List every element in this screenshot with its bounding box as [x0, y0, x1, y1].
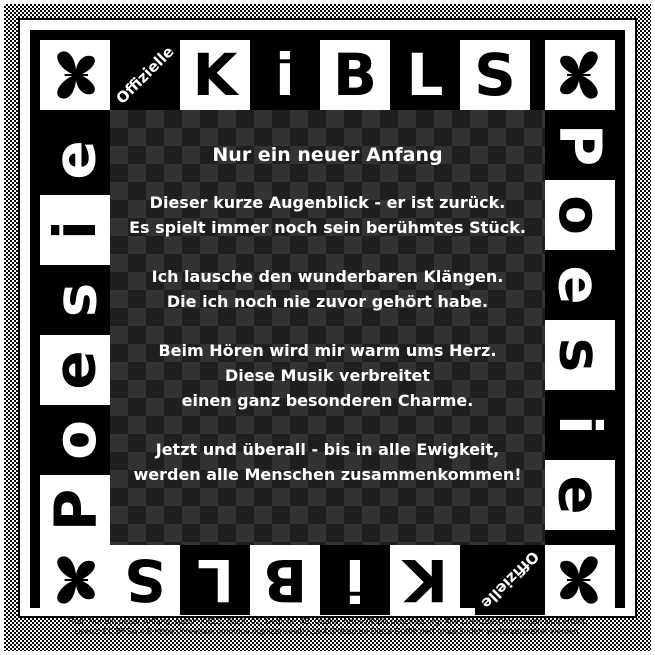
right-letter-tile: e — [545, 250, 615, 320]
bottom-letter: L — [196, 546, 234, 614]
left-letter: s — [41, 282, 109, 318]
butterfly-icon — [57, 556, 95, 604]
bottom-letter-tile: i — [320, 545, 390, 615]
left-letter-tile: e — [40, 125, 110, 195]
left-letter: e — [41, 350, 109, 390]
butterfly-icon — [560, 556, 598, 604]
top-letter-tile: i — [250, 40, 320, 110]
poem-line: Dieser kurze Augenblick - er ist zurück. — [149, 193, 506, 212]
corner-top-right — [545, 40, 615, 110]
bottom-letter-tile: S — [110, 545, 180, 615]
left-letter-tile: i — [40, 195, 110, 265]
left-letter-tile: o — [40, 405, 110, 475]
corner-bottom-left — [40, 545, 110, 615]
left-letter-tile: e — [40, 335, 110, 405]
badge-offizielle: Offizielle — [112, 42, 178, 108]
right-letter: P — [545, 123, 614, 167]
poem-line: Ich lausche den wunderbaren Klängen. — [151, 267, 504, 286]
right-letter: i — [545, 415, 614, 435]
poem-line: Es spielt immer noch sein berühmtes Stüc… — [129, 218, 526, 237]
bottom-letter: i — [345, 546, 365, 614]
right-letter: e — [546, 265, 614, 305]
right-letter: o — [545, 195, 614, 235]
top-letter-tile: K — [180, 40, 250, 110]
corner-bottom-right — [545, 545, 615, 615]
poem-line: werden alle Menschen zusammenkommen! — [133, 465, 522, 484]
bottom-letter: S — [124, 546, 166, 614]
top-letter-tile: B — [320, 40, 390, 110]
corner-badge-bottom: Offizielle — [475, 545, 545, 615]
top-letter: B — [332, 41, 378, 109]
butterfly-icon — [560, 51, 598, 99]
poem-line: einen ganz besonderen Charme. — [181, 391, 474, 410]
top-letter: L — [406, 41, 444, 109]
poem-line: Beim Hören wird mir warm ums Herz. — [158, 341, 497, 360]
bottom-letter: K — [402, 546, 448, 614]
left-letter: o — [40, 420, 109, 460]
corner-top-left — [40, 40, 110, 110]
right-letter-tile: s — [545, 320, 615, 390]
poem-stanza: Dieser kurze Augenblick - er ist zurück.… — [110, 190, 545, 240]
poem-stanza: Ich lausche den wunderbaren Klängen. Die… — [110, 264, 545, 314]
caption-line-2: Lizenz: CC BY-SA 4.0 https://creativecom… — [74, 627, 581, 636]
right-letter-tile: o — [545, 180, 615, 250]
poem-title: Nur ein neuer Anfang — [212, 144, 443, 166]
left-letter: e — [41, 140, 109, 180]
badge-offizielle-rotated: Offizielle — [477, 547, 543, 613]
right-letter-tile: i — [545, 390, 615, 460]
right-letter-tile: e — [545, 460, 615, 530]
top-letter-tile: L — [390, 40, 460, 110]
caption-line-1: Titel: Nur ein neuer Anfang, Autor: KiBL… — [67, 617, 588, 626]
license-caption: Titel: Nur ein neuer Anfang, Autor: KiBL… — [30, 617, 625, 637]
poem-line: Diese Musik verbreitet — [224, 366, 431, 385]
top-letter: K — [192, 41, 238, 109]
poem-stanza: Jetzt und überall - bis in alle Ewigkeit… — [110, 437, 545, 487]
bottom-letter: B — [262, 546, 308, 614]
poem-line: Die ich noch nie zuvor gehört habe. — [166, 292, 489, 311]
poem: Nur ein neuer Anfang Dieser kurze Augenb… — [110, 140, 545, 511]
corner-badge-top: Offizielle — [110, 40, 180, 110]
left-letter-tile: P — [40, 475, 110, 545]
right-letter-tile: P — [545, 110, 615, 180]
bottom-letter-tile: K — [390, 545, 460, 615]
right-letter: s — [546, 337, 614, 373]
top-letter: S — [474, 41, 516, 109]
right-letter: e — [546, 475, 614, 515]
poem-line: Jetzt und überall - bis in alle Ewigkeit… — [155, 440, 500, 459]
bottom-letter-tile: L — [180, 545, 250, 615]
top-letter-tile: S — [460, 40, 530, 110]
butterfly-icon — [57, 51, 95, 99]
left-letter: P — [40, 488, 109, 532]
bottom-letter-tile: B — [250, 545, 320, 615]
poster: Offizielle Offizielle K i B L S S L B i … — [0, 0, 655, 655]
left-letter-tile: s — [40, 265, 110, 335]
poem-stanza: Beim Hören wird mir warm ums Herz. Diese… — [110, 338, 545, 413]
top-letter: i — [275, 41, 295, 109]
left-letter: i — [40, 220, 109, 240]
